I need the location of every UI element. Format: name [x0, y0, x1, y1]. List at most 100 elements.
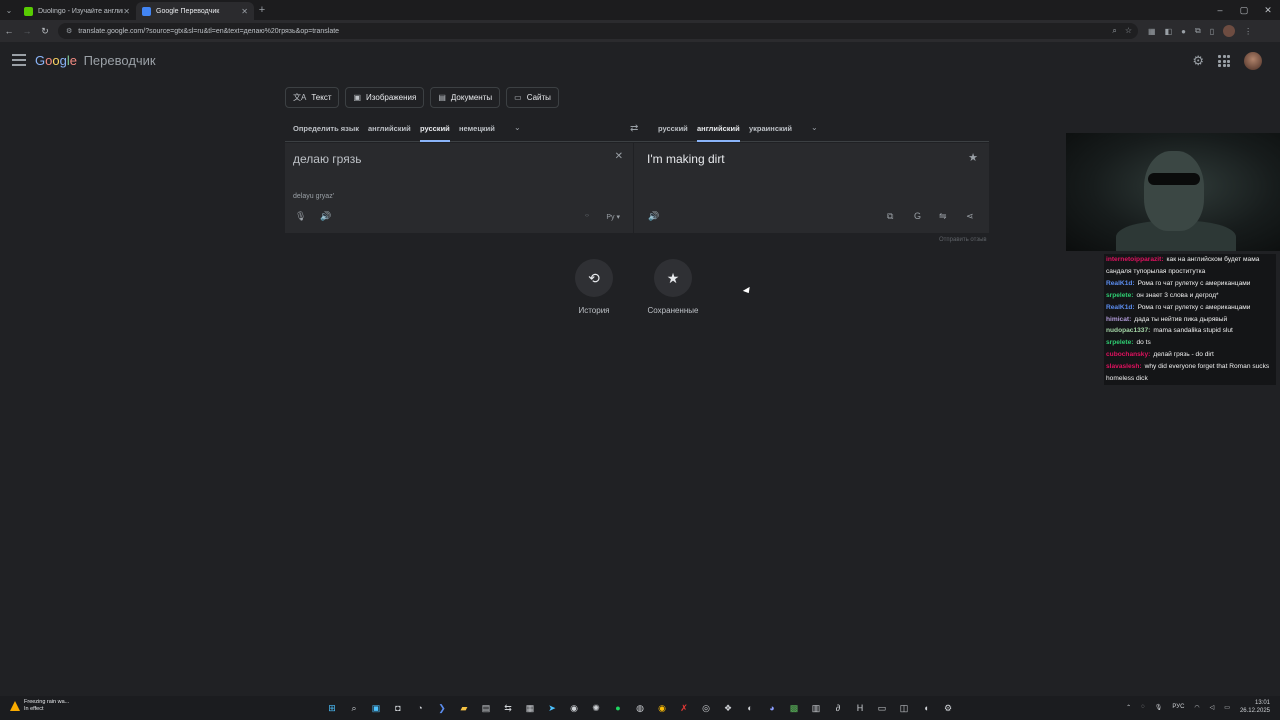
reload-icon[interactable]: ↻ — [36, 26, 54, 37]
minecraft-icon[interactable]: ▩ — [787, 701, 801, 715]
close-tab-icon[interactable]: ✕ — [123, 7, 130, 16]
microphone-icon[interactable]: 🎙 — [295, 211, 306, 222]
target-lang-russian[interactable]: русский — [658, 118, 688, 142]
save-translation-star-icon[interactable]: ★ — [968, 151, 978, 164]
source-text-input[interactable]: делаю грязь — [293, 152, 361, 166]
source-lang-german[interactable]: немецкий — [459, 118, 495, 142]
settings-icon[interactable]: ⚙ — [941, 701, 955, 715]
discord-icon[interactable]: ◕ — [765, 701, 779, 715]
app-icon[interactable]: ▥ — [809, 701, 823, 715]
extension-icon[interactable]: ▦ — [1148, 27, 1156, 36]
forward-icon[interactable]: → — [18, 26, 36, 36]
app-icon[interactable]: ◍ — [633, 701, 647, 715]
app-icon[interactable]: ◔ — [413, 701, 427, 715]
new-tab-button[interactable]: + — [254, 4, 270, 16]
powershell-icon[interactable]: ❯ — [435, 701, 449, 715]
google-search-icon[interactable]: G — [914, 211, 921, 221]
source-lang-russian[interactable]: русский — [420, 118, 450, 142]
site-info-icon[interactable]: ⚙ — [66, 27, 72, 35]
tray-chevron-icon[interactable]: ⌃ — [1126, 704, 1131, 711]
tab-duolingo[interactable]: Duolingo - Изучайте английск ✕ — [18, 2, 136, 20]
weather-widget[interactable]: Freezing rain wa... In effect — [10, 699, 69, 713]
chatgpt-icon[interactable]: ✺ — [589, 701, 603, 715]
chat-message: RealK1d: Рома го чат рулетку с американца… — [1104, 277, 1276, 290]
app-icon[interactable]: ◖ — [919, 701, 933, 715]
close-tab-icon[interactable]: ✕ — [241, 7, 248, 16]
extension-icon[interactable]: ● — [1181, 27, 1186, 36]
file-explorer-icon[interactable]: ▰ — [457, 701, 471, 715]
puzzle-icon[interactable]: ⧉ — [1195, 26, 1201, 36]
mode-websites-button[interactable]: ▭ Сайты — [506, 87, 559, 108]
telegram-icon[interactable]: ➤ — [545, 701, 559, 715]
history-button[interactable]: ⟲ История — [564, 259, 624, 315]
mode-label: Текст — [311, 93, 332, 102]
saved-button[interactable]: ★ Сохраненные — [643, 259, 703, 315]
app-icon[interactable]: ✗ — [677, 701, 691, 715]
app-icon[interactable]: ◫ — [897, 701, 911, 715]
transliteration: delayu gryaz' — [293, 193, 335, 200]
listen-source-icon[interactable]: 🔊 — [320, 211, 331, 222]
start-icon[interactable]: ⊞ — [325, 701, 339, 715]
zoom-icon[interactable]: ⌕ — [1112, 26, 1116, 36]
tab-google-translate[interactable]: Google Переводчик ✕ — [136, 2, 254, 20]
share-icon[interactable]: ⋖ — [966, 211, 974, 222]
listen-translation-icon[interactable]: 🔊 — [648, 211, 659, 222]
source-lang-english[interactable]: английский — [368, 118, 411, 142]
google-translate-logo[interactable]: Google Переводчик — [35, 53, 156, 68]
weather-line2: In effect — [24, 706, 44, 712]
app-icon[interactable]: H — [853, 701, 867, 715]
wifi-icon[interactable]: ◠ — [1194, 704, 1199, 711]
source-lang-more-chevron-icon[interactable]: ⌄ — [514, 123, 521, 132]
clock[interactable]: 13:01 26.12.2025 — [1240, 699, 1270, 715]
app-icon[interactable]: ◎ — [699, 701, 713, 715]
menu-dots-icon[interactable]: ⋮ — [1244, 27, 1252, 36]
source-lang-detect[interactable]: Определить язык — [293, 118, 359, 142]
profile-avatar[interactable] — [1223, 25, 1236, 37]
mode-label: Сайты — [526, 93, 551, 102]
minimize-icon[interactable]: – — [1208, 0, 1232, 20]
bookmark-star-icon[interactable]: ☆ — [1125, 26, 1132, 36]
sidebar-icon[interactable]: ▯ — [1210, 27, 1214, 36]
google-apps-icon[interactable] — [1218, 55, 1230, 67]
mic-icon[interactable]: 🎙 — [1155, 704, 1163, 711]
terminal-icon[interactable]: ▭ — [875, 701, 889, 715]
app-icon[interactable]: ❖ — [721, 701, 735, 715]
app-icon[interactable]: ◐ — [743, 701, 757, 715]
app-icon[interactable]: ▤ — [479, 701, 493, 715]
spotify-icon[interactable]: ● — [611, 701, 625, 715]
mode-documents-button[interactable]: ▤ Документы — [430, 87, 501, 108]
account-avatar[interactable] — [1244, 52, 1262, 70]
search-icon[interactable]: ⌕ — [347, 701, 361, 715]
task-view-icon[interactable]: ▣ — [369, 701, 383, 715]
tab-search-icon[interactable]: ⌄ — [0, 6, 18, 15]
close-window-icon[interactable]: ✕ — [1256, 0, 1280, 20]
copy-icon[interactable]: ⧉ — [887, 211, 893, 222]
rate-translation-icon[interactable]: ⇋ — [939, 211, 947, 222]
steam-icon[interactable]: ◉ — [567, 701, 581, 715]
chrome-icon[interactable]: ◉ — [655, 701, 669, 715]
network-icon[interactable]: ◌ — [1141, 704, 1145, 710]
clear-source-icon[interactable]: ✕ — [615, 151, 623, 162]
extension-icon[interactable]: ◧ — [1165, 27, 1173, 36]
address-bar[interactable]: ⚙ translate.google.com/?source=gtx&sl=ru… — [58, 23, 1138, 39]
mode-images-button[interactable]: ▣ Изображения — [345, 87, 425, 108]
battery-icon[interactable]: ▭ — [1224, 704, 1230, 711]
target-lang-ukrainian[interactable]: украинский — [749, 118, 792, 142]
app-icon[interactable]: ◘ — [391, 701, 405, 715]
app-icon[interactable]: ▦ — [523, 701, 537, 715]
target-lang-more-chevron-icon[interactable]: ⌄ — [811, 123, 818, 132]
translate-header: Google Переводчик ⚙ — [0, 42, 1280, 80]
volume-icon[interactable]: ◁ — [1210, 704, 1215, 711]
keyboard-selector[interactable]: Ру ▾ — [606, 213, 620, 221]
app-icon[interactable]: ∂ — [831, 701, 845, 715]
back-icon[interactable]: ← — [0, 26, 18, 36]
settings-gear-icon[interactable]: ⚙ — [1192, 53, 1204, 69]
app-icon[interactable]: ⇆ — [501, 701, 515, 715]
swap-languages-icon[interactable]: ⇄ — [630, 123, 638, 134]
maximize-icon[interactable]: ▢ — [1232, 0, 1256, 20]
language-indicator[interactable]: РУС — [1172, 704, 1184, 710]
send-feedback-link[interactable]: Отправить отзыв — [939, 237, 987, 243]
mode-text-button[interactable]: 文A Текст — [285, 87, 340, 108]
target-lang-english[interactable]: английский — [697, 118, 740, 142]
main-menu-icon[interactable] — [12, 54, 26, 66]
